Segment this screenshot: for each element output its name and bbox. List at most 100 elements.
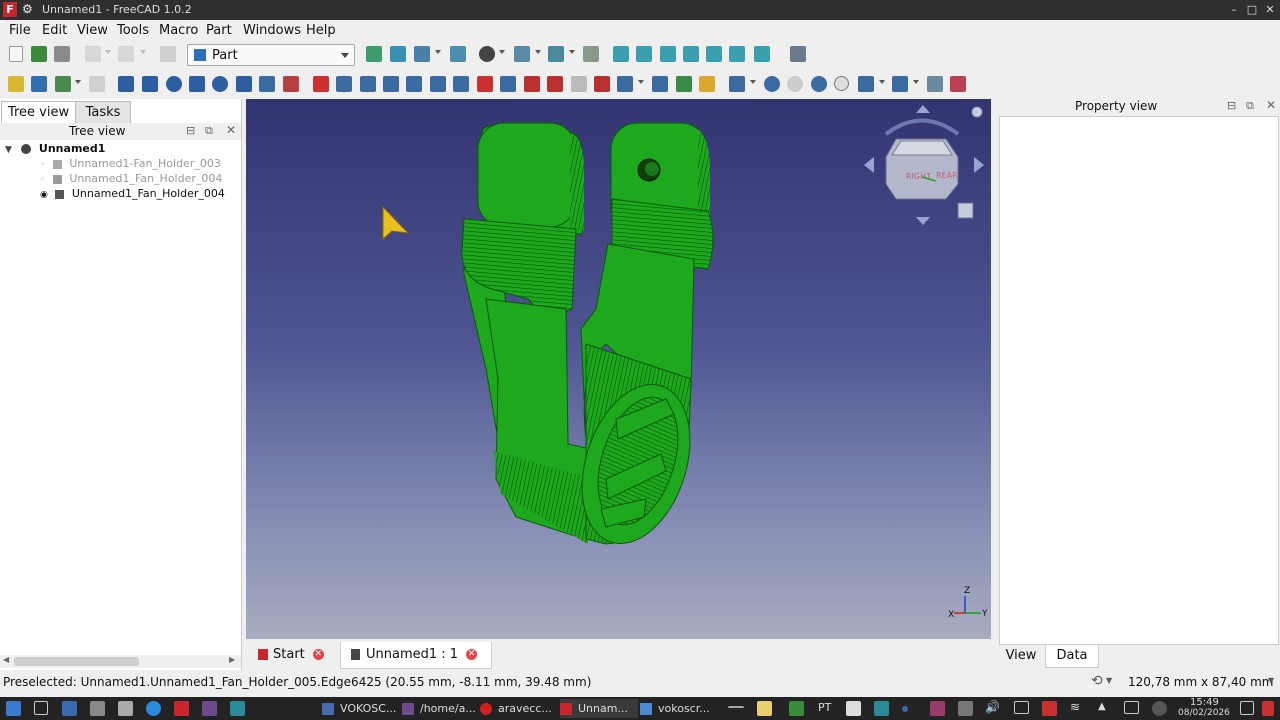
part-compound-icon[interactable]	[729, 76, 745, 92]
undo-dropdown-icon[interactable]	[105, 50, 111, 54]
std-views-icon[interactable]	[514, 46, 530, 62]
clock-date[interactable]: 08/02/2026	[1178, 708, 1230, 718]
fan-holder-model[interactable]	[461, 122, 714, 557]
part-make-face-icon[interactable]	[430, 76, 446, 92]
visibility-hidden-icon[interactable]: ◦	[40, 175, 45, 185]
collapse-panel-icon[interactable]: ⊟	[1227, 99, 1236, 112]
tab-unnamed1[interactable]: Unnamed1 : 1 ✕	[340, 642, 492, 669]
view-dropdown-icon[interactable]	[435, 50, 441, 54]
xfce-tool-icon[interactable]	[230, 701, 245, 716]
tree-item-fan-holder-003[interactable]: ◦ Unnamed1-Fan_Holder_003	[40, 157, 221, 170]
redo-icon[interactable]	[118, 46, 134, 62]
defeaturing-icon[interactable]	[950, 76, 966, 92]
chevron-down-icon[interactable]: ▼	[1106, 676, 1112, 685]
tray-dot-icon[interactable]	[902, 706, 908, 712]
show-desktop-icon[interactable]	[34, 701, 48, 715]
visibility-hidden-icon[interactable]: ◦	[40, 160, 45, 170]
settings-tools-icon[interactable]	[118, 701, 133, 716]
part-offset-icon[interactable]	[571, 76, 587, 92]
draw-style-icon[interactable]	[479, 46, 495, 62]
nav-arrow-left-icon[interactable]	[864, 157, 874, 173]
menu-view[interactable]: View	[77, 23, 108, 38]
battery-icon[interactable]	[1124, 701, 1139, 714]
part-attachment-icon[interactable]	[652, 76, 668, 92]
workbench-selector[interactable]: Part	[187, 44, 355, 66]
close-panel-icon[interactable]: ✕	[1266, 98, 1276, 112]
navigation-cube[interactable]: RIGHT REAR	[864, 105, 984, 225]
part-cylinder-icon[interactable]	[142, 76, 158, 92]
save-document-icon[interactable]	[54, 46, 70, 62]
nav-menu-icon[interactable]	[971, 106, 983, 118]
wifi-icon[interactable]: ≋	[1070, 700, 1080, 714]
window-menu-icon[interactable]: ⚙	[22, 2, 33, 16]
view-left-icon[interactable]	[729, 46, 745, 62]
cut-icon[interactable]	[787, 76, 803, 92]
float-panel-icon[interactable]: ⧉	[1246, 99, 1254, 113]
boolean-icon[interactable]	[764, 76, 780, 92]
tab-view[interactable]: View	[999, 645, 1043, 667]
menu-file[interactable]: File	[9, 23, 31, 38]
undo-icon[interactable]	[85, 46, 101, 62]
app-launcher-icon[interactable]	[202, 701, 217, 716]
clock-time[interactable]: 15:49	[1190, 697, 1219, 708]
close-tab-icon[interactable]: ✕	[312, 649, 324, 660]
task-vokoscreen-recorder[interactable]: vokoscr...	[640, 699, 720, 718]
projection-dropdown-icon[interactable]	[638, 80, 644, 84]
whats-this-icon[interactable]	[583, 46, 599, 62]
tray-tools-icon[interactable]	[958, 701, 973, 716]
units-dropdown-icon[interactable]: ▼	[1268, 676, 1274, 685]
viewport-canvas[interactable]: RIGHT REAR Z Y X	[246, 99, 991, 639]
view-right-icon[interactable]	[660, 46, 676, 62]
float-panel-icon[interactable]: ⧉	[205, 124, 213, 138]
join-features-icon[interactable]	[858, 76, 874, 92]
close-panel-icon[interactable]: ✕	[226, 123, 236, 137]
fit-all-icon[interactable]	[366, 46, 382, 62]
menu-tools[interactable]: Tools	[117, 23, 149, 38]
part-ruled-surface-icon[interactable]	[453, 76, 469, 92]
refresh-icon[interactable]	[160, 46, 176, 62]
common-icon[interactable]	[834, 76, 849, 91]
compound-dropdown-icon[interactable]	[750, 80, 756, 84]
part-cross-sections-icon[interactable]	[547, 76, 563, 92]
tray-record-icon[interactable]	[1042, 701, 1057, 716]
python-console-icon[interactable]	[89, 76, 105, 92]
power-icon[interactable]	[1262, 701, 1274, 716]
part-thickness-icon[interactable]	[594, 76, 610, 92]
part-box-icon[interactable]	[118, 76, 134, 92]
display-icon[interactable]	[1014, 701, 1029, 714]
tab-data[interactable]: Data	[1045, 645, 1099, 668]
part-fillet-icon[interactable]	[383, 76, 399, 92]
import-icon[interactable]	[55, 76, 71, 92]
scrollbar-thumb[interactable]	[14, 657, 139, 666]
part-revolve-icon[interactable]	[336, 76, 352, 92]
view-front-icon[interactable]	[613, 46, 629, 62]
part-cone-icon[interactable]	[189, 76, 205, 92]
part-section-icon[interactable]	[524, 76, 540, 92]
start-menu-icon[interactable]	[6, 701, 21, 716]
tray-window-icon[interactable]	[1240, 701, 1254, 715]
task-freecad[interactable]: Unnam...	[560, 699, 638, 718]
part-mirror-icon[interactable]	[360, 76, 376, 92]
folder-icon[interactable]	[31, 76, 47, 92]
std-views-dropdown-icon[interactable]	[535, 50, 541, 54]
collapse-panel-icon[interactable]: ⊟	[186, 124, 195, 137]
close-button[interactable]: ✕	[1262, 2, 1278, 18]
task-vokoscreen[interactable]: VOKOSC...	[322, 699, 400, 718]
tray-clipboard-icon[interactable]	[846, 701, 861, 716]
measure-dropdown-icon[interactable]	[569, 50, 575, 54]
view-rear-icon[interactable]	[683, 46, 699, 62]
redo-dropdown-icon[interactable]	[140, 50, 146, 54]
tree-item-fan-holder-004-hidden[interactable]: ◦ Unnamed1_Fan_Holder_004	[40, 172, 222, 185]
fuse-icon[interactable]	[811, 76, 827, 92]
nav-cube-top-face[interactable]	[891, 140, 953, 156]
part-sweep-icon[interactable]	[500, 76, 516, 92]
import-dropdown-icon[interactable]	[75, 80, 81, 84]
part-primitives-icon[interactable]	[259, 76, 275, 92]
nav-rotate-arrows-icon[interactable]	[884, 118, 960, 136]
task-browser[interactable]: aravecc...	[480, 699, 558, 718]
scroll-left-icon[interactable]: ◀	[3, 655, 9, 664]
open-document-icon[interactable]	[31, 46, 47, 62]
task-home-folder[interactable]: /home/a...	[402, 699, 478, 718]
join-dropdown-icon[interactable]	[879, 80, 885, 84]
nav-cube-view-icon[interactable]	[957, 202, 974, 219]
